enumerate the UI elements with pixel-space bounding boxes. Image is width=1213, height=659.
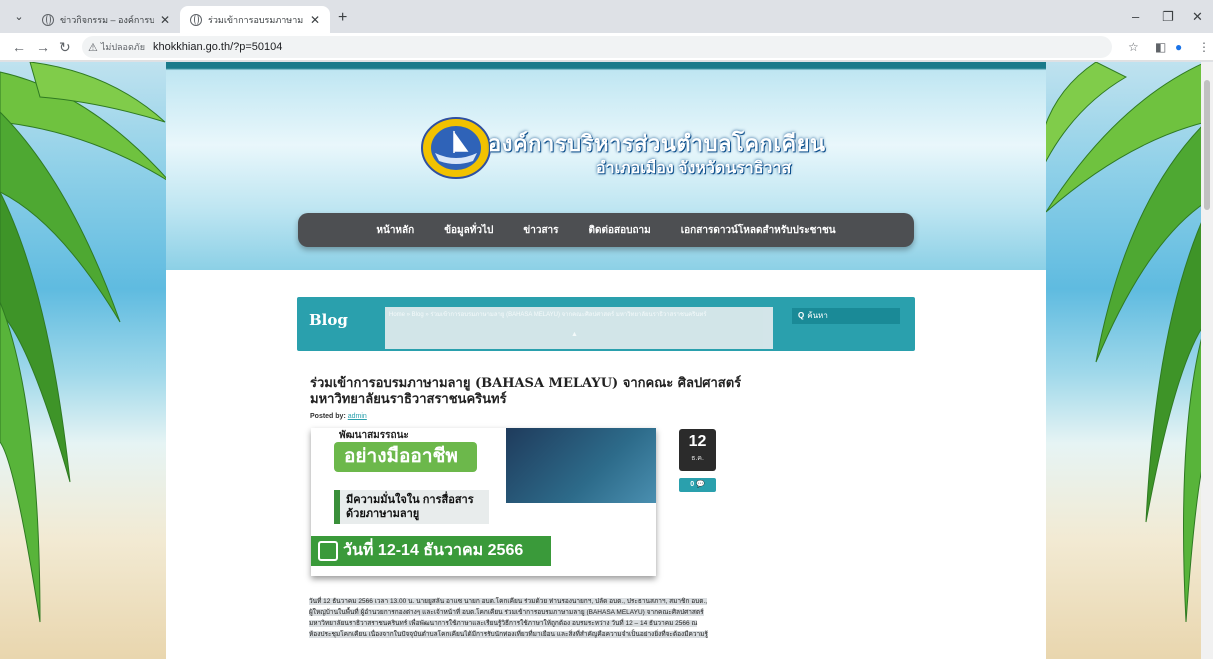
image-headline: อย่างมืออาชีพ xyxy=(334,442,477,472)
more-menu-icon[interactable]: ⋮ xyxy=(1198,40,1210,54)
tab-current-post[interactable]: ร่วมเข้าการอบรมภาษามลายู (BAHA ✕ xyxy=(180,6,330,33)
palm-leaves-left-image xyxy=(0,62,170,623)
comment-icon: 💬 xyxy=(696,481,705,488)
globe-icon xyxy=(42,13,54,26)
page-viewport: องค์การบริหารส่วนตำบลโคกเคียน อำเภอเมือง… xyxy=(0,62,1213,659)
search-placeholder: ค้นหา xyxy=(807,311,828,320)
clock-icon xyxy=(592,506,614,528)
site-header: องค์การบริหารส่วนตำบลโคกเคียน อำเภอเมือง… xyxy=(166,62,1046,270)
menu-item-contact[interactable]: ติดต่อสอบถาม xyxy=(589,223,651,238)
globe-icon xyxy=(190,13,202,26)
close-window-button[interactable]: ✕ xyxy=(1192,9,1203,25)
tab-title: ข่าวกิจกรรม – องค์การบริหารส่วนตำ xyxy=(60,14,154,25)
reload-icon[interactable]: ↻ xyxy=(59,39,71,55)
back-arrow-icon[interactable]: ← xyxy=(12,39,26,55)
search-icon: Q xyxy=(798,311,805,320)
tab-search-button[interactable]: ⌄ xyxy=(10,8,28,26)
post-meta: Posted by: admin xyxy=(310,413,367,420)
close-tab-icon[interactable]: ✕ xyxy=(160,13,170,27)
posted-by-label: Posted by: xyxy=(310,413,346,420)
image-time: 13.00-15.00 xyxy=(569,532,634,546)
organization-location: อำเภอเมือง จังหวัดนราธิวาส xyxy=(596,160,792,177)
post-body-text: วันที่ 12 ธันวาคม 2566 เวลา 13.00 น. นาย… xyxy=(309,598,708,638)
minimize-button[interactable]: – xyxy=(1132,9,1139,24)
menu-item-downloads[interactable]: เอกสารดาวน์โหลดสำหรับประชาชน xyxy=(681,223,836,238)
page-scrollbar[interactable] xyxy=(1201,62,1213,659)
tab-strip: ⌄ ข่าวกิจกรรม – องค์การบริหารส่วนตำ ✕ ร่… xyxy=(0,0,1213,33)
blog-header-bar: Blog Home » Blog » ร่วมเข้าการอบรมภาษามล… xyxy=(297,297,915,351)
post-date-badge: 12 ธ.ค. xyxy=(679,429,716,471)
not-secure-label[interactable]: ไม่ปลอดภัย xyxy=(101,40,145,54)
search-input[interactable]: Q ค้นหา xyxy=(792,308,900,324)
tab-title: ร่วมเข้าการอบรมภาษามลายู (BAHA xyxy=(208,14,304,25)
blog-title: Blog xyxy=(309,311,348,329)
post-date-month: ธ.ค. xyxy=(691,455,704,462)
scrollbar-thumb[interactable] xyxy=(1204,80,1210,210)
image-top-text: พัฒนาสมรรถนะ xyxy=(339,430,409,441)
bookmark-star-icon[interactable]: ☆ xyxy=(1128,40,1139,54)
post-body: วันที่ 12 ธันวาคม 2566 เวลา 13.00 น. นาย… xyxy=(309,596,709,640)
image-subtitle: มีความมั่นใจใน การสื่อสารด้วยภาษามลายู xyxy=(334,490,489,524)
menu-item-home[interactable]: หน้าหลัก xyxy=(376,223,414,238)
profile-avatar-icon[interactable]: ● xyxy=(1175,40,1182,54)
image-date: วันที่ 12-14 ธันวาคม 2566 xyxy=(311,536,551,566)
close-tab-icon[interactable]: ✕ xyxy=(310,13,320,27)
post-date-day: 12 xyxy=(688,433,707,450)
author-link[interactable]: admin xyxy=(348,413,367,420)
palm-leaves-right-image xyxy=(1036,62,1206,623)
side-panel-icon[interactable]: ◧ xyxy=(1155,40,1166,54)
new-tab-button[interactable]: + xyxy=(338,10,347,26)
warning-icon[interactable]: ⚠ xyxy=(88,41,98,54)
post-featured-image[interactable]: พัฒนาสมรรถนะ อย่างมืออาชีพ มีความมั่นใจใ… xyxy=(311,428,656,576)
post-title[interactable]: ร่วมเข้าการอบรมภาษามลายู (BAHASA MELAYU)… xyxy=(310,376,750,408)
restore-button[interactable]: ❐ xyxy=(1162,9,1174,25)
menu-item-news[interactable]: ข่าวสาร xyxy=(523,223,558,238)
calendar-icon xyxy=(318,541,338,561)
browser-toolbar: ← → ↻ ⚠ ไม่ปลอดภัย khokkhian.go.th/?p=50… xyxy=(0,33,1213,61)
comment-count: 0 xyxy=(690,481,695,488)
main-menu: หน้าหลัก ข้อมูลทั่วไป ข่าวสาร ติดต่อสอบถ… xyxy=(298,213,914,247)
forward-arrow-icon[interactable]: → xyxy=(36,39,50,55)
menu-item-general-info[interactable]: ข้อมูลทั่วไป xyxy=(444,223,493,238)
content-area: Blog Home » Blog » ร่วมเข้าการอบรมภาษามล… xyxy=(166,270,1046,659)
photo-background xyxy=(506,428,656,503)
organization-seal-logo[interactable] xyxy=(421,117,491,179)
url-text[interactable]: khokkhian.go.th/?p=50104 xyxy=(153,41,282,53)
expand-arrow-icon[interactable]: ▲ xyxy=(571,331,578,338)
breadcrumb-container: Home » Blog » ร่วมเข้าการอบรมภาษามลายู (… xyxy=(385,307,773,349)
comment-count-badge[interactable]: 0 💬 xyxy=(679,478,716,492)
tab-news[interactable]: ข่าวกิจกรรม – องค์การบริหารส่วนตำ ✕ xyxy=(32,6,180,33)
address-bar[interactable]: ⚠ ไม่ปลอดภัย khokkhian.go.th/?p=50104 xyxy=(82,36,1112,58)
breadcrumb[interactable]: Home » Blog » ร่วมเข้าการอบรมภาษามลายู (… xyxy=(389,309,769,319)
